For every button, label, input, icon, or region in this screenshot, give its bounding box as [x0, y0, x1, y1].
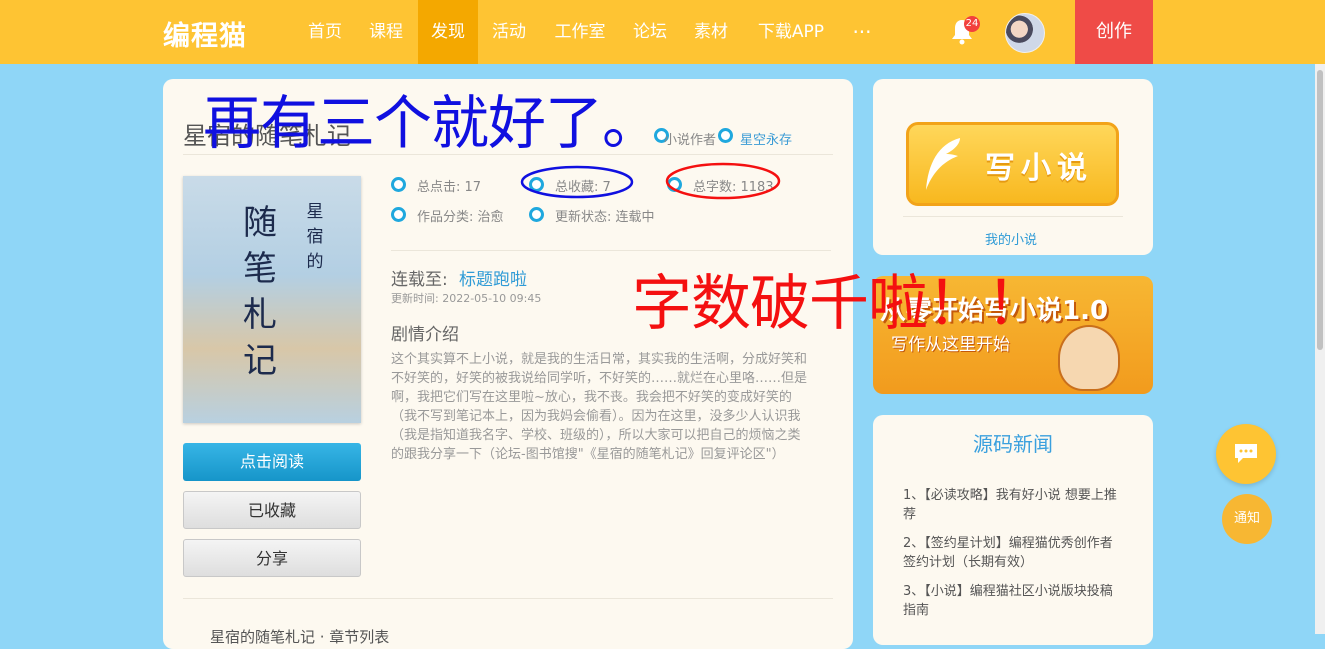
annotation-circles [520, 162, 781, 200]
red-circle [665, 162, 781, 200]
blue-circle [520, 165, 634, 199]
